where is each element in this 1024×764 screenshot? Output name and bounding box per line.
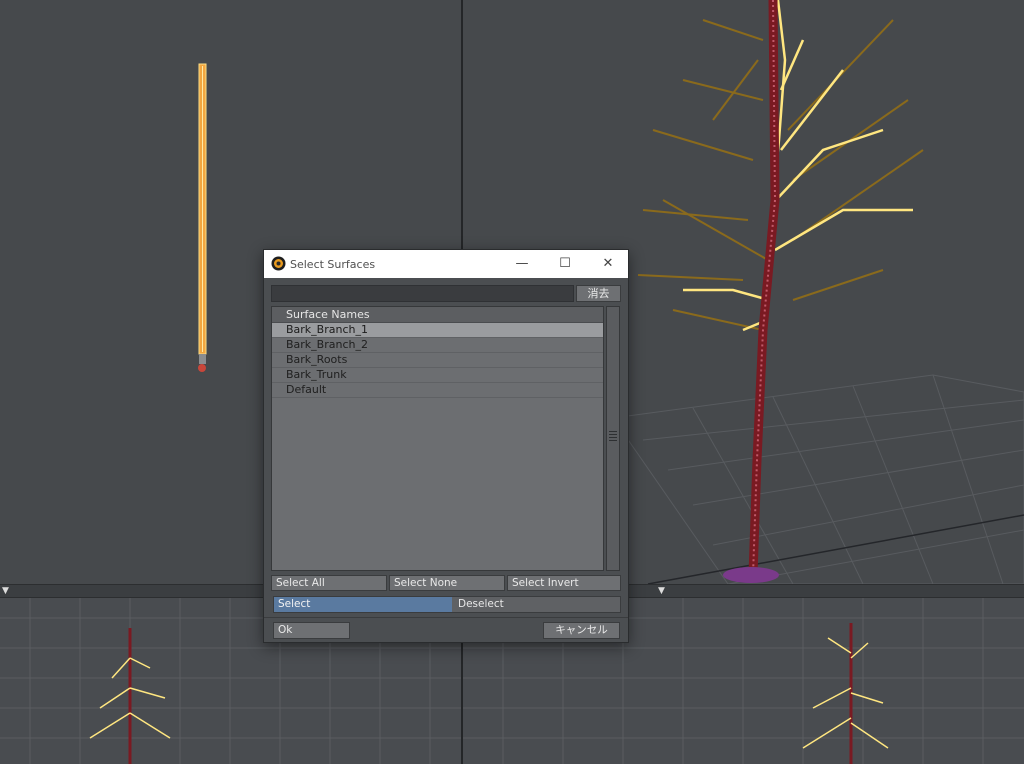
clear-button[interactable]: 消去 [576,285,621,302]
cancel-button[interactable]: キャンセル [543,622,620,639]
list-item[interactable]: Bark_Branch_1 [272,323,603,338]
select-invert-button[interactable]: Select Invert [507,575,621,591]
surface-list: Surface Names Bark_Branch_1 Bark_Branch_… [271,306,604,571]
maximize-icon[interactable]: ☐ [552,254,578,274]
surface-filter-input[interactable] [271,285,574,302]
dialog-titlebar[interactable]: Select Surfaces — ☐ ✕ [264,250,628,278]
mode-select-option[interactable]: Select [274,597,452,612]
list-header-surface-names[interactable]: Surface Names [272,307,603,323]
select-surfaces-dialog: Select Surfaces — ☐ ✕ 消去 Surface Names B… [263,249,629,643]
select-none-button[interactable]: Select None [389,575,505,591]
ok-button[interactable]: Ok [273,622,350,639]
scrollbar-grip-icon[interactable] [608,429,618,443]
dialog-divider [264,617,628,618]
viewport-menu-arrow-icon[interactable]: ▼ [658,586,665,597]
minimize-icon[interactable]: — [509,254,535,274]
viewport-menu-arrow-icon[interactable]: ▼ [2,586,9,597]
list-item[interactable]: Bark_Roots [272,353,603,368]
list-scrollbar[interactable] [606,306,620,571]
list-item[interactable]: Default [272,383,603,398]
select-mode-toggle: Select Deselect [273,596,621,613]
lightwave-icon [271,256,286,271]
close-icon[interactable]: ✕ [595,254,621,274]
list-item[interactable]: Bark_Branch_2 [272,338,603,353]
list-item[interactable]: Bark_Trunk [272,368,603,383]
dialog-title: Select Surfaces [290,258,376,271]
select-all-button[interactable]: Select All [271,575,387,591]
mode-deselect-option[interactable]: Deselect [452,597,620,612]
